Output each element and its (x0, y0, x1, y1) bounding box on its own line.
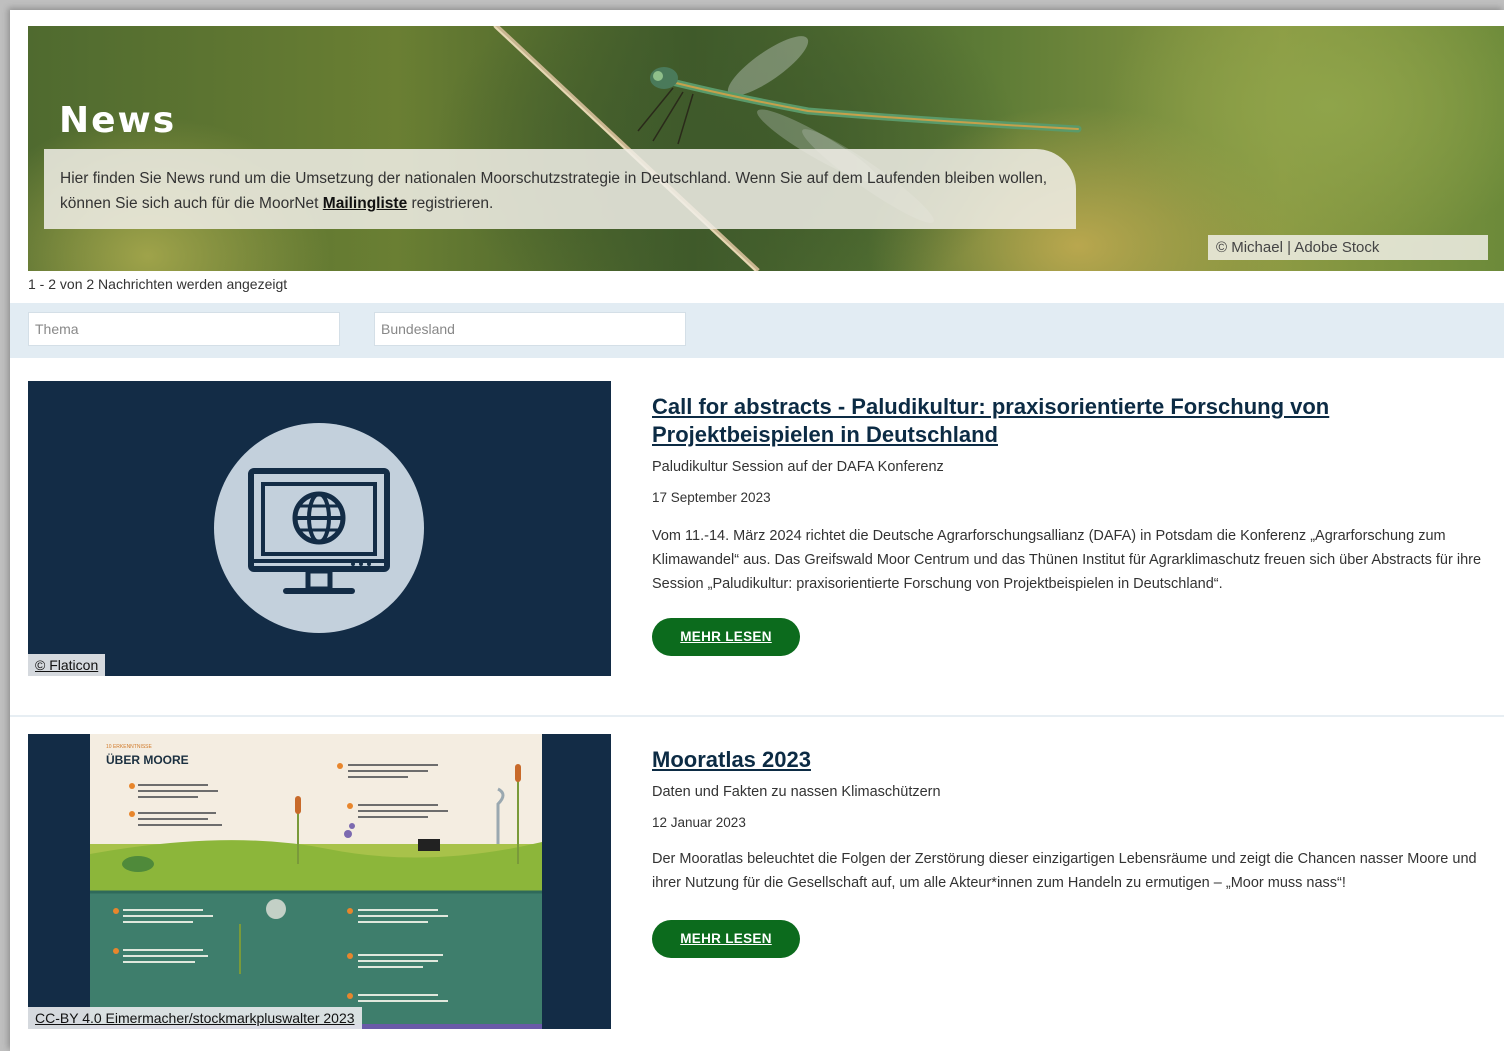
thumbnail-credit[interactable]: CC-BY 4.0 Eimermacher/stockmarkpluswalte… (28, 1007, 362, 1029)
intro-text-end: registrieren. (407, 195, 494, 212)
topic-filter-select[interactable]: Thema (28, 312, 340, 346)
mailing-list-link[interactable]: Mailingliste (323, 195, 407, 212)
news-subtitle: Daten und Fakten zu nassen Klimaschützer… (652, 784, 941, 800)
mooratlas-infographic: 10 ERKENNTNISSE ÜBER MOORE (90, 734, 542, 1029)
news-thumbnail[interactable]: © Flaticon (28, 381, 611, 676)
read-more-button[interactable]: MEHR LESEN (652, 618, 800, 656)
news-date: 12 Januar 2023 (652, 815, 746, 830)
intro-text: Hier finden Sie News rund um die Umsetzu… (44, 149, 1076, 229)
intro-text-start: Hier finden Sie News rund um die Umsetzu… (60, 170, 1048, 212)
monitor-globe-icon (214, 423, 424, 633)
news-summary: Der Mooratlas beleuchtet die Folgen der … (652, 851, 1477, 891)
result-count: 1 - 2 von 2 Nachrichten werden angezeigt (28, 276, 288, 292)
thumbnail-credit[interactable]: © Flaticon (28, 654, 106, 676)
news-summary: Vom 11.-14. März 2024 richtet die Deutsc… (652, 528, 1482, 592)
state-filter-select[interactable]: Bundesland (374, 312, 686, 346)
news-thumbnail[interactable]: 10 ERKENNTNISSE ÜBER MOORE CC-BY 4.0 Eim… (28, 734, 611, 1029)
page: News Hier finden Sie News rund um die Um… (10, 10, 1504, 1051)
news-title-link[interactable]: Mooratlas 2023 (652, 746, 1502, 774)
news-title-link[interactable]: Call for abstracts - Paludikultur: praxi… (652, 393, 1502, 449)
divider (10, 715, 1504, 717)
infographic-kicker: 10 ERKENNTNISSE (106, 744, 153, 750)
filter-bar: Thema Bundesland (10, 303, 1504, 358)
hero-banner: News Hier finden Sie News rund um die Um… (28, 26, 1504, 271)
news-subtitle: Paludikultur Session auf der DAFA Konfer… (652, 459, 944, 475)
news-date: 17 September 2023 (652, 490, 771, 505)
infographic-heading: ÜBER MOORE (106, 752, 189, 767)
hero-image-credit: © Michael | Adobe Stock (1208, 235, 1488, 260)
read-more-button[interactable]: MEHR LESEN (652, 920, 800, 958)
page-title: News (59, 100, 177, 141)
